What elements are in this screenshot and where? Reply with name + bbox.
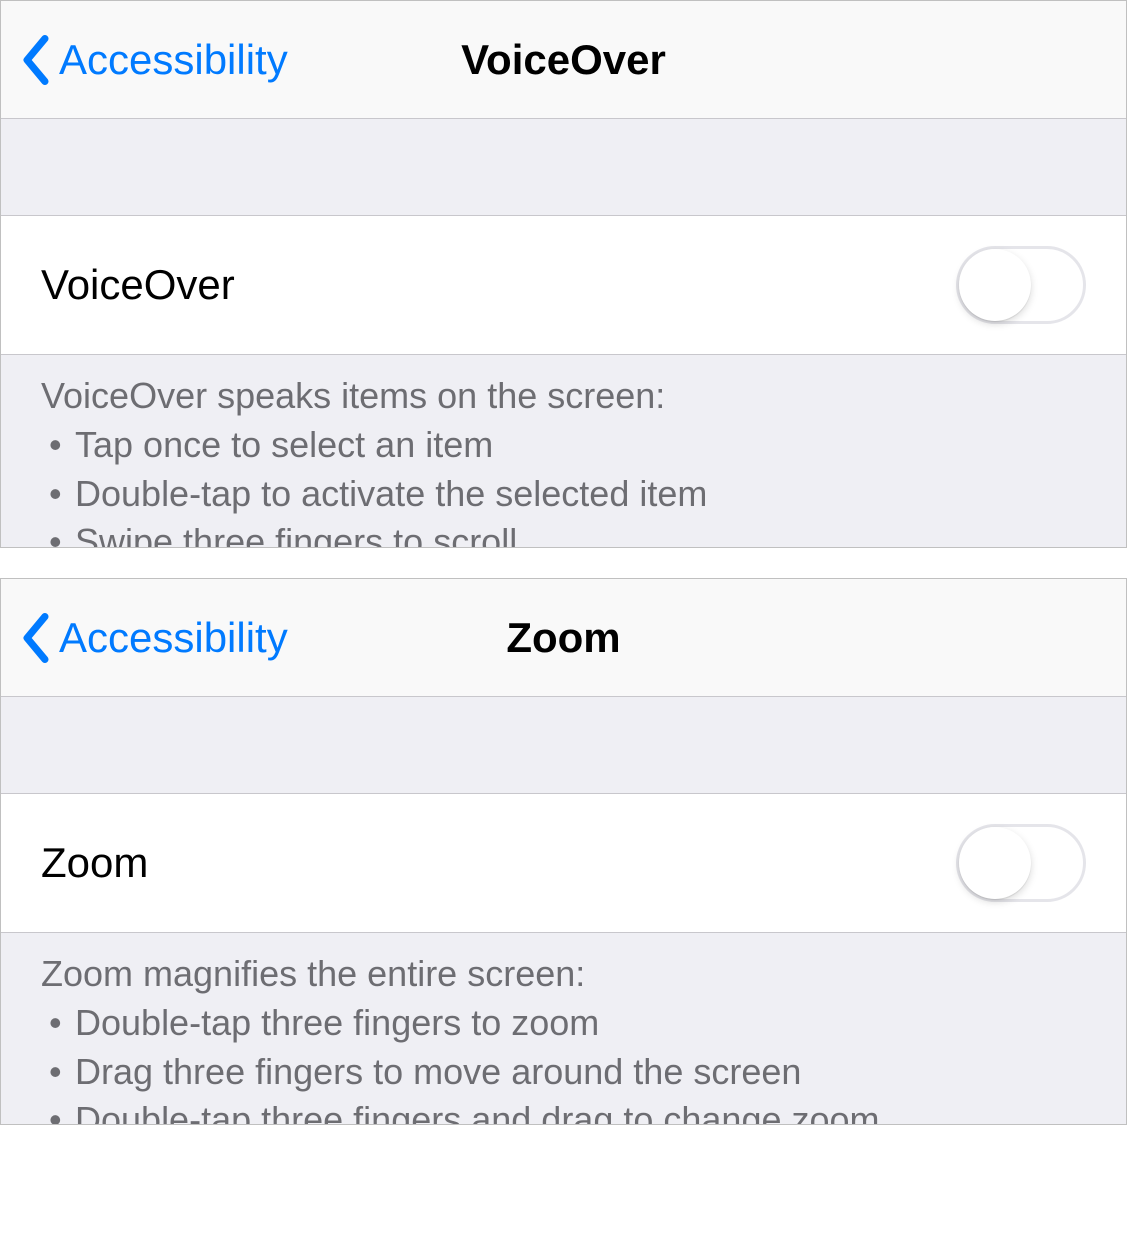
footer-list: Tap once to select an item Double-tap to… bbox=[41, 421, 1086, 548]
footer-heading: VoiceOver speaks items on the screen: bbox=[41, 375, 1086, 417]
chevron-left-icon bbox=[21, 613, 51, 663]
footer-item: Swipe three fingers to scroll bbox=[41, 518, 1086, 548]
voiceover-toggle[interactable] bbox=[956, 246, 1086, 324]
back-label: Accessibility bbox=[59, 36, 288, 84]
voiceover-toggle-row: VoiceOver bbox=[1, 215, 1126, 355]
footer-item: Double-tap three fingers to zoom bbox=[41, 999, 1086, 1048]
section-spacer bbox=[1, 119, 1126, 215]
voiceover-settings-panel: Accessibility VoiceOver VoiceOver VoiceO… bbox=[0, 0, 1127, 548]
zoom-settings-panel: Accessibility Zoom Zoom Zoom magnifies t… bbox=[0, 578, 1127, 1125]
back-button[interactable]: Accessibility bbox=[1, 613, 288, 663]
zoom-toggle[interactable] bbox=[956, 824, 1086, 902]
back-label: Accessibility bbox=[59, 614, 288, 662]
section-spacer bbox=[1, 697, 1126, 793]
voiceover-footer: VoiceOver speaks items on the screen: Ta… bbox=[1, 355, 1126, 548]
toggle-label: VoiceOver bbox=[41, 261, 235, 309]
toggle-knob bbox=[959, 827, 1031, 899]
back-button[interactable]: Accessibility bbox=[1, 35, 288, 85]
footer-item: Double-tap to activate the selected item bbox=[41, 470, 1086, 519]
navbar: Accessibility Zoom bbox=[1, 579, 1126, 697]
footer-item: Double-tap three fingers and drag to cha… bbox=[41, 1096, 1086, 1125]
footer-list: Double-tap three fingers to zoom Drag th… bbox=[41, 999, 1086, 1125]
footer-heading: Zoom magnifies the entire screen: bbox=[41, 953, 1086, 995]
footer-item: Tap once to select an item bbox=[41, 421, 1086, 470]
toggle-label: Zoom bbox=[41, 839, 148, 887]
zoom-toggle-row: Zoom bbox=[1, 793, 1126, 933]
page-title: VoiceOver bbox=[461, 36, 666, 84]
footer-item: Drag three fingers to move around the sc… bbox=[41, 1048, 1086, 1097]
toggle-knob bbox=[959, 249, 1031, 321]
chevron-left-icon bbox=[21, 35, 51, 85]
zoom-footer: Zoom magnifies the entire screen: Double… bbox=[1, 933, 1126, 1125]
page-title: Zoom bbox=[506, 614, 620, 662]
navbar: Accessibility VoiceOver bbox=[1, 1, 1126, 119]
